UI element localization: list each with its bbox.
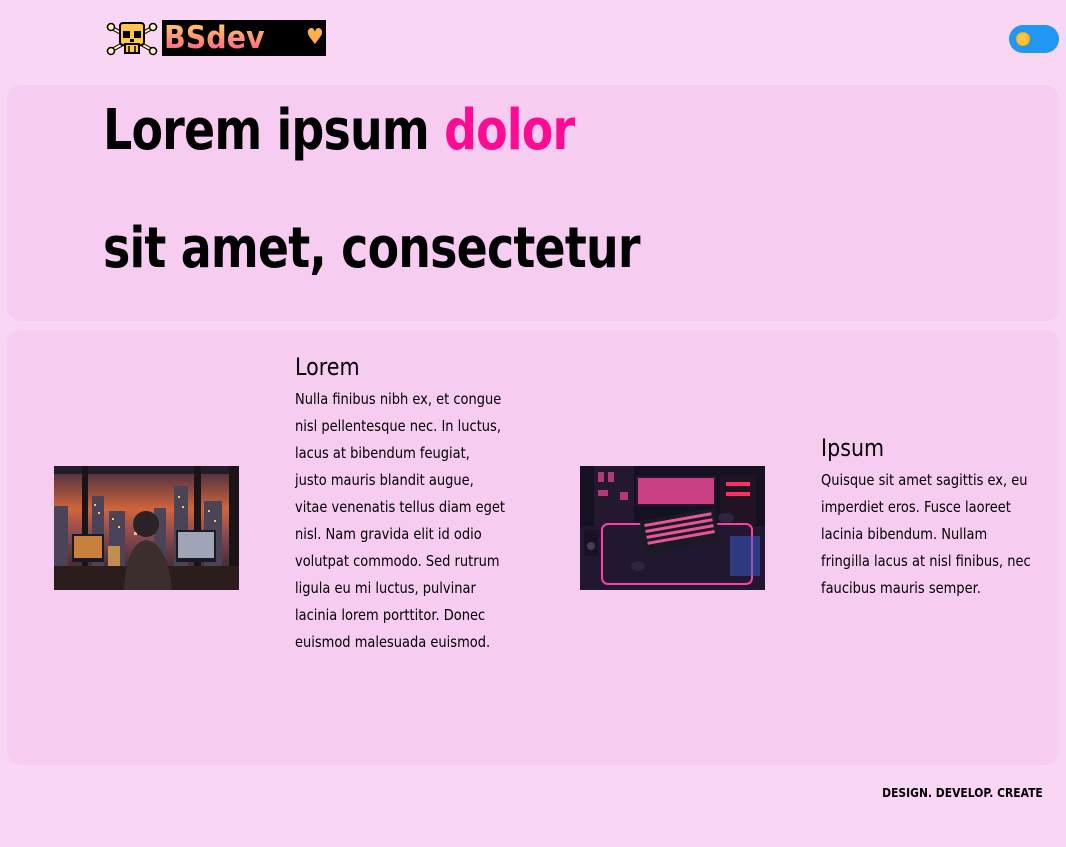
hero-headline-accent: dolor (444, 98, 575, 163)
feature-image-gamer-city (54, 466, 239, 590)
hero-headline-line-2: sit amet, consectetur (103, 216, 641, 281)
feature-title: Lorem (295, 353, 360, 381)
hero-section: Lorem ipsum dolor sit amet, consectetur (7, 85, 1059, 321)
logo-text: BSdev (164, 20, 302, 56)
feature-image-neon-desk (580, 466, 765, 590)
heart-icon: ♥ (306, 25, 324, 50)
feature-lorem: Lorem Nulla finibus nibh ex, et congue n… (295, 352, 515, 656)
feature-description: Nulla finibus nibh ex, et congue nisl pe… (295, 390, 506, 651)
features-section: Lorem Nulla finibus nibh ex, et congue n… (7, 330, 1059, 765)
feature-title: Ipsum (821, 434, 885, 462)
skull-crossbones-icon (106, 20, 158, 56)
logo-wordmark: BSdev ♥ (162, 20, 326, 56)
site-logo[interactable]: BSdev ♥ (106, 20, 326, 56)
hero-headline-plain: Lorem ipsum (103, 98, 445, 163)
footer-tagline: DESIGN. DEVELOP. CREATE (882, 785, 1043, 800)
sun-icon (1016, 32, 1030, 46)
site-header: BSdev ♥ (0, 0, 1066, 80)
theme-toggle[interactable] (1009, 25, 1059, 53)
hero-headline-line-1: Lorem ipsum dolor (103, 98, 575, 164)
feature-ipsum: Ipsum Quisque sit amet sagittis ex, eu i… (821, 433, 1041, 602)
feature-description: Quisque sit amet sagittis ex, eu imperdi… (821, 471, 1031, 597)
